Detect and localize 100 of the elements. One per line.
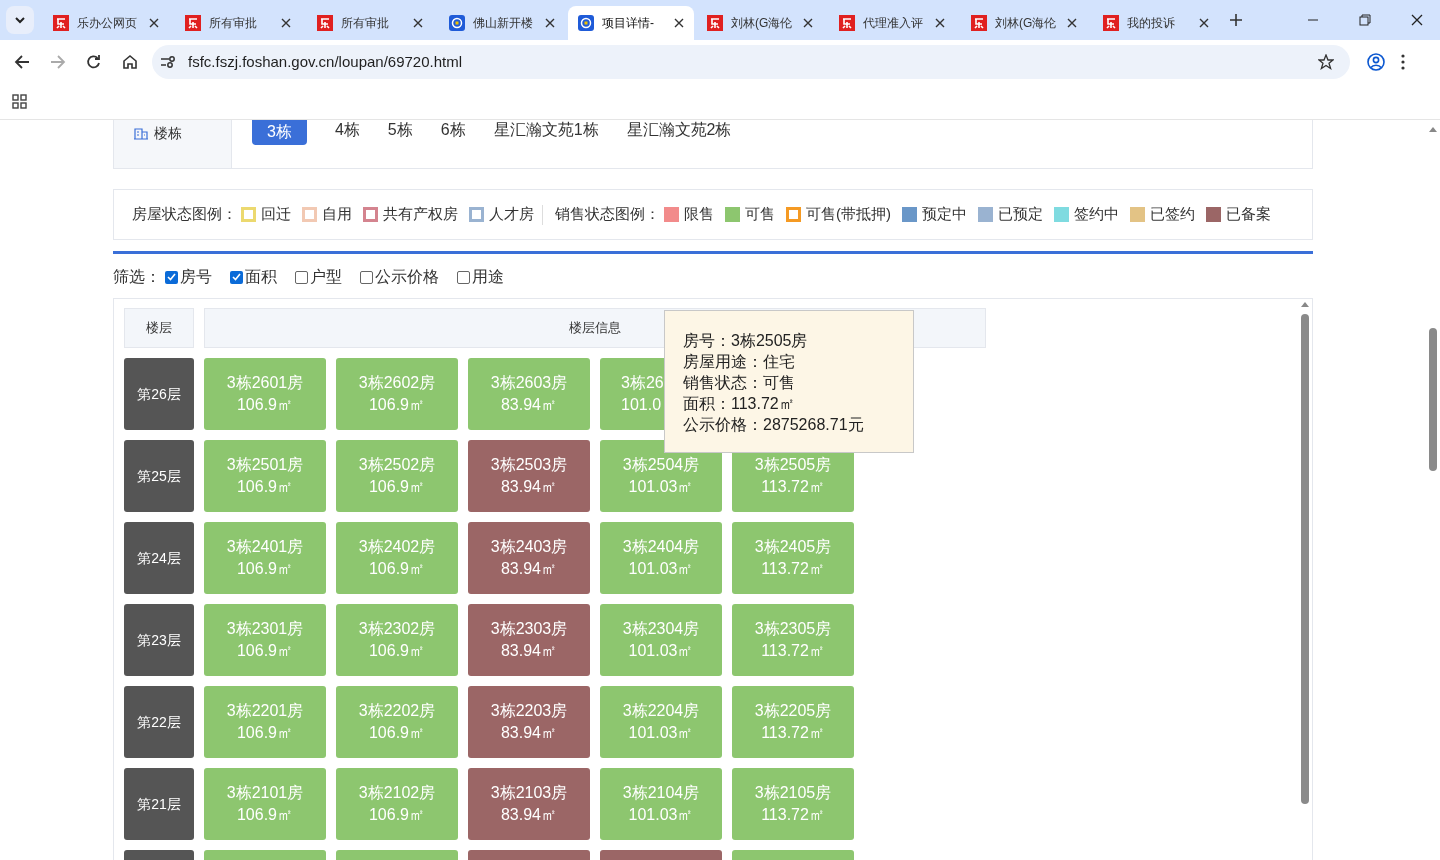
room-number: 3栋2101房: [226, 783, 304, 803]
address-bar[interactable]: fsfc.fszj.foshan.gov.cn/loupan/69720.html: [152, 45, 1350, 79]
browser-tab[interactable]: 佛山新开楼: [436, 6, 568, 40]
floor-label: 第24层: [124, 522, 194, 594]
close-icon[interactable]: [935, 18, 945, 28]
unit-area: 83.94㎡: [500, 476, 557, 498]
browser-tab[interactable]: 代理准入评: [826, 6, 958, 40]
favicon-icon: [839, 15, 855, 31]
close-icon[interactable]: [545, 18, 555, 28]
floor-label: 第21层: [124, 768, 194, 840]
floor-label: 第25层: [124, 440, 194, 512]
room-number: 3栋2502房: [358, 455, 436, 475]
building-tab[interactable]: 5栋: [373, 120, 427, 145]
unit-area: 106.9㎡: [236, 558, 293, 580]
browser-tab[interactable]: 刘林(G海伦: [694, 6, 826, 40]
building-label: 楼栋: [154, 124, 182, 143]
building-tab[interactable]: 星汇瀚文苑1栋: [479, 120, 613, 145]
room-number: 3栋2501房: [226, 455, 304, 475]
unit-area: 106.9㎡: [368, 804, 425, 826]
room-number: 3栋2301房: [226, 619, 304, 639]
legend-label: 已预定: [998, 204, 1043, 225]
room-number: 3栋2303房: [490, 619, 568, 639]
filter-checkbox[interactable]: 房号: [165, 265, 212, 289]
tab-title: 我的投诉: [1127, 15, 1176, 32]
browser-tab[interactable]: 乐办公网页: [40, 6, 172, 40]
browser-tab[interactable]: 项目详情-: [568, 6, 694, 40]
scrollbar-thumb[interactable]: [1429, 328, 1437, 471]
close-icon[interactable]: [413, 18, 423, 28]
legend-label: 自用: [322, 204, 352, 225]
building-tab[interactable]: 星汇瀚文苑2栋: [612, 120, 746, 145]
favicon-icon: [578, 15, 594, 31]
scrollbar-thumb[interactable]: [1301, 314, 1309, 804]
favicon-icon: [53, 15, 69, 31]
close-icon[interactable]: [1067, 18, 1077, 28]
building-tab[interactable]: 6栋: [426, 120, 480, 145]
scroll-up-icon[interactable]: [1429, 126, 1437, 132]
unit-cell[interactable]: 3栋2403房 83.94㎡: [468, 522, 590, 594]
unit-cell[interactable]: 3栋2203房 83.94㎡: [468, 686, 590, 758]
url-text: fsfc.fszj.foshan.gov.cn/loupan/69720.html: [188, 51, 463, 72]
filter-checkbox[interactable]: 公示价格: [360, 265, 439, 289]
home-icon[interactable]: [122, 54, 138, 70]
new-tab-icon[interactable]: [1230, 14, 1242, 26]
close-icon[interactable]: [674, 18, 684, 28]
chevron-down-icon: [15, 16, 25, 24]
room-number: 3栋2505房: [754, 455, 832, 475]
back-icon[interactable]: [14, 54, 30, 70]
unit-cell[interactable]: 3栋2103房 83.94㎡: [468, 768, 590, 840]
legend-label: 可售: [745, 204, 775, 225]
unit-area: 113.72㎡: [761, 722, 825, 744]
floor-label: 第26层: [124, 358, 194, 430]
room-number: 3栋2503房: [490, 455, 568, 475]
room-number: 3栋2204房: [622, 701, 700, 721]
legend-label: 已备案: [1226, 204, 1271, 225]
restore-icon[interactable]: [1359, 14, 1371, 26]
menu-icon[interactable]: [1401, 54, 1405, 70]
site-settings-icon[interactable]: [160, 54, 176, 70]
unit-cell[interactable]: 3栋2503房 83.94㎡: [468, 440, 590, 512]
room-number: 3栋2201房: [226, 701, 304, 721]
close-icon[interactable]: [281, 18, 291, 28]
close-icon[interactable]: [1199, 18, 1209, 28]
filter-checkbox[interactable]: 户型: [295, 265, 342, 289]
tooltip-line: 房号：3栋2505房: [683, 331, 809, 351]
building-tab[interactable]: 4栋: [320, 120, 374, 145]
reload-icon[interactable]: [86, 54, 102, 70]
apps-icon[interactable]: [12, 94, 27, 109]
building-icon: [134, 126, 148, 140]
favicon-icon: [185, 15, 201, 31]
tab-title: 项目详情-: [602, 15, 655, 32]
unit-area: 106.9㎡: [236, 394, 293, 416]
close-icon[interactable]: [149, 18, 159, 28]
profile-icon[interactable]: [1367, 53, 1385, 71]
building-tab[interactable]: 3栋: [252, 120, 307, 145]
unit-area: 106.9㎡: [368, 722, 425, 744]
floor-label: 第23层: [124, 604, 194, 676]
star-icon[interactable]: [1318, 54, 1334, 70]
legend-label: 回迁: [261, 204, 291, 225]
browser-tab[interactable]: 所有审批: [304, 6, 436, 40]
browser-tab[interactable]: 我的投诉: [1090, 6, 1222, 40]
unit-area: 101.0: [621, 394, 662, 416]
close-icon[interactable]: [1411, 14, 1423, 26]
browser-tab[interactable]: 刘林(G海伦: [958, 6, 1090, 40]
unit-area: 106.9㎡: [368, 394, 425, 416]
browser-tab[interactable]: 所有审批: [172, 6, 304, 40]
room-number: 3栋2404房: [622, 537, 700, 557]
unit-area: 101.03㎡: [628, 558, 694, 580]
favicon-icon: [1103, 15, 1119, 31]
room-number: 3栋26: [621, 373, 664, 393]
legend-label: 限售: [684, 204, 714, 225]
room-number: 3栋2104房: [622, 783, 700, 803]
filter-label: 筛选：: [113, 267, 161, 287]
filter-checkbox[interactable]: 用途: [457, 265, 504, 289]
room-number: 3栋2403房: [490, 537, 568, 557]
filter-checkbox[interactable]: 面积: [230, 265, 277, 289]
scroll-up-icon[interactable]: [1301, 301, 1309, 307]
close-icon[interactable]: [803, 18, 813, 28]
legend-label: 签约中: [1074, 204, 1119, 225]
unit-cell[interactable]: 3栋2303房 83.94㎡: [468, 604, 590, 676]
tab-search-button[interactable]: [6, 6, 34, 34]
favicon-icon: [971, 15, 987, 31]
unit-area: 101.03㎡: [628, 804, 694, 826]
